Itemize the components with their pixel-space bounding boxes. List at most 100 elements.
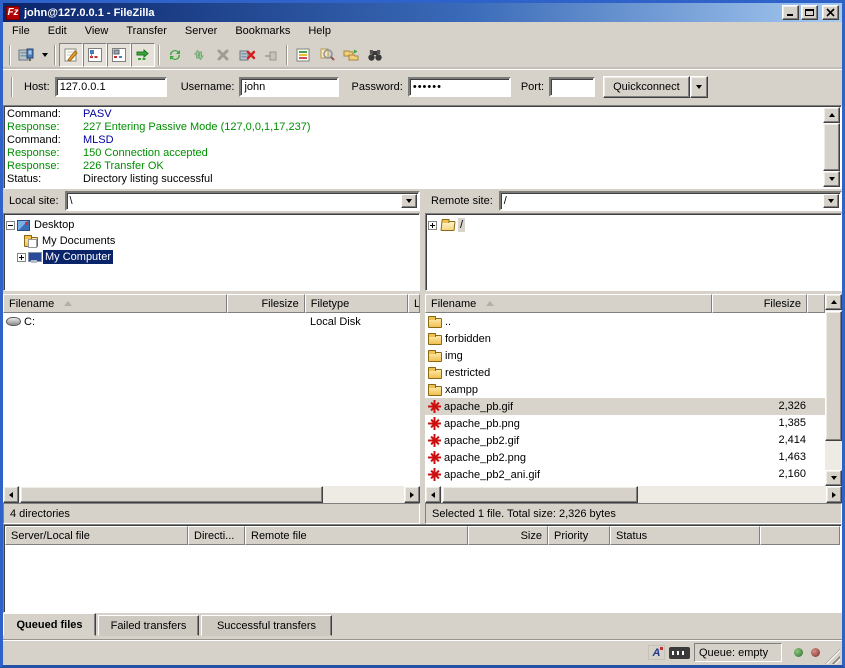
menu-view[interactable]: View: [76, 22, 118, 41]
menu-help[interactable]: Help: [299, 22, 340, 41]
scroll-right-icon[interactable]: [826, 486, 842, 503]
scroll-down-icon[interactable]: [823, 171, 840, 187]
port-input[interactable]: [549, 77, 595, 97]
scroll-left-icon[interactable]: [3, 486, 19, 503]
toggle-remote-tree-button[interactable]: [107, 43, 131, 67]
local-site-combo[interactable]: \: [65, 191, 420, 211]
column-header-filename[interactable]: Filename: [3, 294, 227, 313]
tab-failed-transfers[interactable]: Failed transfers: [98, 615, 199, 636]
title-bar[interactable]: Fz john@127.0.0.1 - FileZilla: [3, 3, 842, 22]
file-name: xampp: [445, 384, 478, 396]
minimize-button[interactable]: [782, 5, 799, 20]
folder-row[interactable]: forbidden: [425, 330, 825, 347]
log-scrollbar[interactable]: [823, 107, 840, 187]
file-row-selected[interactable]: apache_pb.gif2,326: [425, 398, 825, 415]
password-label: Password:: [351, 81, 402, 93]
folder-icon: [428, 352, 442, 362]
tree-item-my-computer[interactable]: My Computer: [6, 249, 417, 265]
scrollbar-thumb[interactable]: [20, 486, 323, 503]
menu-edit[interactable]: Edit: [39, 22, 76, 41]
column-header-lastmodified[interactable]: L: [408, 294, 420, 313]
synchronized-browsing-button[interactable]: [339, 43, 363, 67]
tab-queued-files[interactable]: Queued files: [3, 613, 96, 636]
tree-item-my-documents[interactable]: My Documents: [6, 233, 417, 249]
filezilla-logo-icon: Fz: [6, 6, 20, 20]
scrollbar-thumb[interactable]: [825, 311, 842, 441]
scrollbar-thumb[interactable]: [823, 123, 840, 171]
chevron-down-icon[interactable]: [401, 194, 417, 208]
column-header-filename[interactable]: Filename: [425, 294, 712, 313]
reconnect-button[interactable]: [259, 43, 283, 67]
remote-site-value: /: [501, 195, 823, 207]
file-row[interactable]: apache_pb2.gif2,414: [425, 432, 825, 449]
username-label: Username:: [181, 81, 235, 93]
menu-file[interactable]: File: [3, 22, 39, 41]
folder-row[interactable]: restricted: [425, 364, 825, 381]
filter-button[interactable]: [291, 43, 315, 67]
file-row[interactable]: apache_pb2.png1,463: [425, 449, 825, 466]
scroll-right-icon[interactable]: [404, 486, 420, 503]
scroll-left-icon[interactable]: [425, 486, 441, 503]
site-manager-dropdown-icon[interactable]: [38, 43, 51, 67]
toggle-local-tree-button[interactable]: [83, 43, 107, 67]
file-row[interactable]: apache_pb2_ani.gif2,160: [425, 466, 825, 483]
host-input[interactable]: [55, 77, 167, 97]
folder-icon: [428, 386, 442, 396]
collapse-icon[interactable]: [6, 221, 15, 230]
column-header-size[interactable]: Size: [468, 526, 548, 545]
image-file-icon: [428, 400, 441, 413]
refresh-button[interactable]: [163, 43, 187, 67]
column-header-priority[interactable]: Priority: [548, 526, 610, 545]
column-header-server-local-file[interactable]: Server/Local file: [5, 526, 188, 545]
maximize-button[interactable]: [801, 5, 818, 20]
datatype-indicator-icon[interactable]: A: [648, 645, 665, 660]
site-manager-button[interactable]: [14, 43, 38, 67]
column-header-filetype[interactable]: Filetype: [305, 294, 408, 313]
local-horizontal-scrollbar[interactable]: [3, 486, 420, 503]
username-input[interactable]: [239, 77, 339, 97]
scroll-down-icon[interactable]: [825, 470, 842, 486]
file-name: apache_pb.png: [444, 418, 520, 430]
folder-row[interactable]: img: [425, 347, 825, 364]
chevron-down-icon[interactable]: [823, 194, 839, 208]
folder-row[interactable]: ..: [425, 313, 825, 330]
column-header-direction[interactable]: Directi...: [188, 526, 245, 545]
column-header-filesize[interactable]: Filesize: [227, 294, 304, 313]
menu-server[interactable]: Server: [176, 22, 226, 41]
remote-site-combo[interactable]: /: [499, 191, 842, 211]
process-queue-button[interactable]: [187, 43, 211, 67]
activity-led-red-icon: [811, 648, 820, 657]
toggle-queue-button[interactable]: [131, 43, 155, 67]
toggle-message-log-button[interactable]: [59, 43, 83, 67]
password-input[interactable]: [408, 77, 511, 97]
menu-transfer[interactable]: Transfer: [117, 22, 176, 41]
file-type: Local Disk: [310, 316, 361, 328]
tab-successful-transfers[interactable]: Successful transfers: [201, 615, 332, 636]
scrollbar-thumb[interactable]: [442, 486, 638, 503]
find-files-button[interactable]: [363, 43, 387, 67]
tree-item-desktop[interactable]: Desktop: [6, 217, 417, 233]
column-header-filesize[interactable]: Filesize: [712, 294, 807, 313]
menu-bookmarks[interactable]: Bookmarks: [226, 22, 299, 41]
folder-row[interactable]: xampp: [425, 381, 825, 398]
quickconnect-dropdown-button[interactable]: [690, 76, 708, 98]
remote-horizontal-scrollbar[interactable]: [425, 486, 842, 503]
scroll-up-icon[interactable]: [825, 294, 842, 310]
column-header-remote-file[interactable]: Remote file: [245, 526, 468, 545]
remote-vertical-scrollbar[interactable]: [825, 294, 842, 486]
file-row[interactable]: apache_pb.png1,385: [425, 415, 825, 432]
tree-item-root[interactable]: /: [428, 217, 839, 233]
scroll-up-icon[interactable]: [823, 107, 840, 123]
close-button[interactable]: [822, 5, 839, 20]
host-label: Host:: [24, 81, 50, 93]
quickconnect-button[interactable]: Quickconnect: [603, 76, 690, 98]
disconnect-button[interactable]: [235, 43, 259, 67]
expand-icon[interactable]: [17, 253, 26, 262]
column-header-status[interactable]: Status: [610, 526, 760, 545]
expand-icon[interactable]: [428, 221, 437, 230]
file-row-c-drive[interactable]: C: Local Disk: [3, 313, 420, 330]
speedlimit-indicator-icon[interactable]: [669, 647, 690, 659]
resize-grip[interactable]: [825, 649, 840, 664]
cancel-button[interactable]: [211, 43, 235, 67]
directory-comparison-button[interactable]: [315, 43, 339, 67]
